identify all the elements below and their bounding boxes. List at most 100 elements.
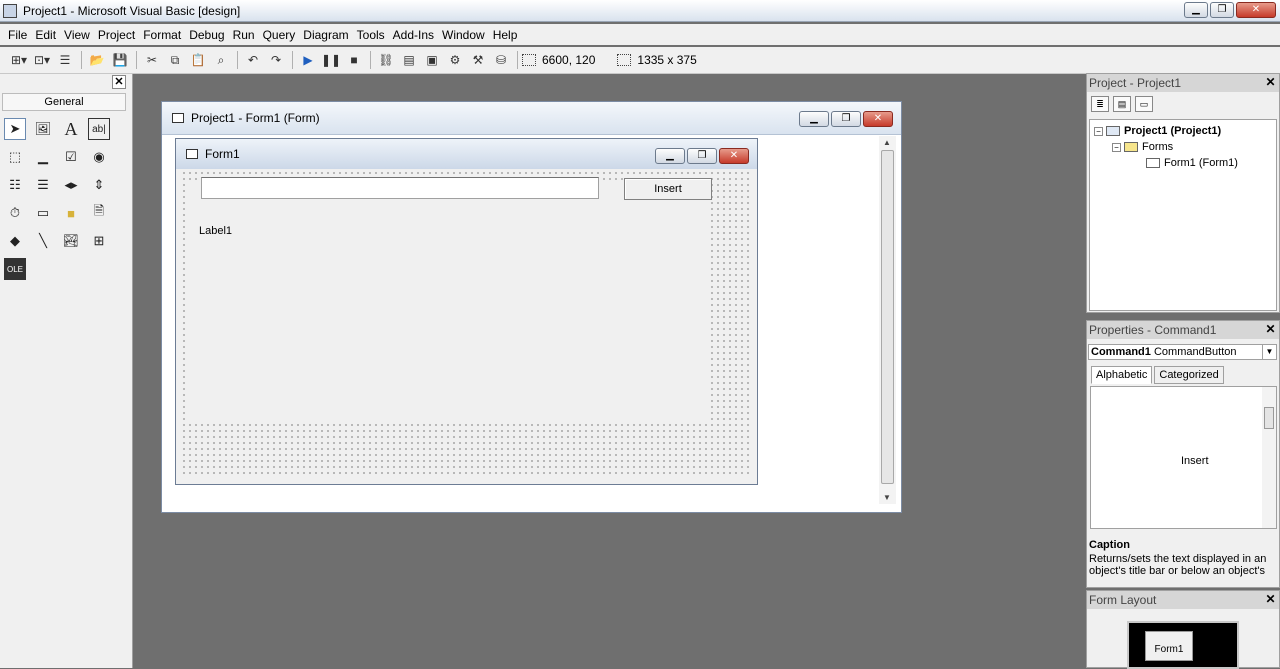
toolbox-close-icon[interactable]: ✕ (112, 75, 126, 89)
form-layout-header: Form Layout ✕ (1087, 591, 1279, 609)
picturebox-icon[interactable]: 🖼 (32, 118, 54, 140)
menu-edit[interactable]: Edit (31, 28, 60, 42)
scrollbar-thumb[interactable] (1264, 407, 1274, 429)
start-icon[interactable]: ▶ (297, 50, 319, 70)
end-icon[interactable]: ■ (343, 50, 365, 70)
project-icon (1106, 126, 1120, 136)
menu-view[interactable]: View (60, 28, 94, 42)
project-explorer-icon[interactable]: ⛓ (375, 50, 397, 70)
ole-icon[interactable]: OLE (4, 258, 26, 280)
vb-app-icon (3, 3, 17, 18)
find-icon[interactable]: ⌕ (210, 50, 232, 70)
insert-button[interactable]: Insert (624, 178, 712, 200)
project-explorer-toolbar: ≣ ▤ ▭ (1091, 96, 1153, 112)
maximize-button[interactable]: ❐ (1210, 2, 1234, 18)
redo-icon[interactable]: ↷ (265, 50, 287, 70)
menu-format[interactable]: Format (139, 28, 185, 42)
data-view-icon[interactable]: ⛁ (490, 50, 512, 70)
collapse-icon[interactable]: − (1094, 126, 1103, 136)
menu-diagram[interactable]: Diagram (299, 28, 352, 42)
timer-icon[interactable]: ⏱ (4, 202, 26, 224)
drivelistbox-icon[interactable]: ▭ (32, 202, 54, 224)
hscrollbar-icon[interactable]: ◂▸ (60, 174, 82, 196)
frame-icon[interactable]: ⬚ (4, 146, 26, 168)
minimize-button[interactable]: ▁ (1184, 2, 1208, 18)
tree-node-forms[interactable]: − Forms (1112, 141, 1173, 153)
object-browser-icon[interactable]: ⚙ (444, 50, 466, 70)
project-explorer-close-icon[interactable]: ✕ (1264, 76, 1277, 89)
object-selector[interactable]: Command1 CommandButton ▼ (1088, 344, 1277, 360)
line-icon[interactable]: ╲ (32, 230, 54, 252)
scroll-up-icon[interactable]: ▲ (883, 138, 891, 147)
size-value: 1335 x 375 (637, 53, 697, 67)
view-object-icon[interactable]: ▤ (1113, 96, 1131, 112)
cut-icon[interactable]: ✂ (141, 50, 163, 70)
layout-form1-preview[interactable]: Form1 (1145, 631, 1193, 661)
designer-minimize-button[interactable]: ▁ (799, 111, 829, 127)
layout-screen: Form1 (1127, 621, 1239, 669)
caption-value[interactable]: Insert (1181, 455, 1209, 467)
toolbox-general-tab[interactable]: General (2, 93, 126, 111)
textbox-icon[interactable]: ab| (88, 118, 110, 140)
label1[interactable]: Label1 (199, 225, 232, 237)
image-icon[interactable]: 🏞 (60, 230, 82, 252)
project-tree: − Project1 (Project1) − Forms Form1 (For… (1089, 119, 1277, 311)
listbox-icon[interactable]: ☰ (32, 174, 54, 196)
form1-window[interactable]: Form1 ▁ ❐ ✕ Insert Label1 (175, 138, 758, 485)
open-project-icon[interactable]: 📂 (86, 50, 108, 70)
menu-tools[interactable]: Tools (353, 28, 389, 42)
dirlistbox-icon[interactable]: ■ (60, 202, 82, 224)
properties-grid[interactable]: Insert (1090, 386, 1277, 529)
designer-maximize-button[interactable]: ❐ (831, 111, 861, 127)
form1-maximize-button[interactable]: ❐ (687, 148, 717, 164)
properties-scrollbar[interactable] (1262, 387, 1276, 528)
properties-window-icon[interactable]: ▤ (398, 50, 420, 70)
menu-file[interactable]: File (4, 28, 31, 42)
data-control-icon[interactable]: ⊞ (88, 230, 110, 252)
tree-node-form1[interactable]: Form1 (Form1) (1146, 157, 1238, 169)
tree-node-project[interactable]: − Project1 (Project1) (1094, 125, 1221, 137)
optionbutton-icon[interactable]: ◉ (88, 146, 110, 168)
break-icon[interactable]: ❚❚ (320, 50, 342, 70)
scrollbar-thumb[interactable] (881, 150, 894, 484)
menu-window[interactable]: Window (438, 28, 489, 42)
menu-query[interactable]: Query (259, 28, 300, 42)
collapse-icon[interactable]: − (1112, 142, 1121, 152)
close-button[interactable]: ✕ (1236, 2, 1276, 18)
form1-minimize-button[interactable]: ▁ (655, 148, 685, 164)
chevron-down-icon[interactable]: ▼ (1262, 345, 1276, 359)
shape-icon[interactable]: ◆ (4, 230, 26, 252)
view-code-icon[interactable]: ≣ (1091, 96, 1109, 112)
scroll-down-icon[interactable]: ▼ (883, 493, 891, 502)
form-layout-icon[interactable]: ▣ (421, 50, 443, 70)
menu-run[interactable]: Run (229, 28, 259, 42)
filelistbox-icon[interactable]: 🗎 (88, 202, 110, 224)
commandbutton-icon[interactable]: ▁ (32, 146, 54, 168)
menu-add-ins[interactable]: Add-Ins (389, 28, 438, 42)
properties-close-icon[interactable]: ✕ (1264, 323, 1277, 336)
toggle-folders-icon[interactable]: ▭ (1135, 96, 1153, 112)
add-project-icon[interactable]: ⊞▾ (8, 50, 30, 70)
paste-icon[interactable]: 📋 (187, 50, 209, 70)
save-project-icon[interactable]: 💾 (109, 50, 131, 70)
tab-categorized[interactable]: Categorized (1154, 366, 1224, 384)
menu-debug[interactable]: Debug (185, 28, 228, 42)
menu-editor-icon[interactable]: ☰ (54, 50, 76, 70)
menu-help[interactable]: Help (489, 28, 522, 42)
copy-icon[interactable]: ⧉ (164, 50, 186, 70)
form-layout-close-icon[interactable]: ✕ (1264, 593, 1277, 606)
designer-close-button[interactable]: ✕ (863, 111, 893, 127)
label-icon[interactable]: A (60, 118, 82, 140)
pointer-icon[interactable]: ➤ (4, 118, 26, 140)
form1-close-button[interactable]: ✕ (719, 148, 749, 164)
checkbox-icon[interactable]: ☑ (60, 146, 82, 168)
toolbox-icon[interactable]: ⚒ (467, 50, 489, 70)
text1-textbox[interactable] (201, 177, 599, 199)
add-form-icon[interactable]: ⊡▾ (31, 50, 53, 70)
tab-alphabetic[interactable]: Alphabetic (1091, 366, 1153, 384)
designer-vertical-scrollbar[interactable]: ▲ ▼ (879, 136, 896, 504)
vscrollbar-icon[interactable]: ⇕ (88, 174, 110, 196)
combobox-icon[interactable]: ☷ (4, 174, 26, 196)
menu-project[interactable]: Project (94, 28, 139, 42)
undo-icon[interactable]: ↶ (242, 50, 264, 70)
